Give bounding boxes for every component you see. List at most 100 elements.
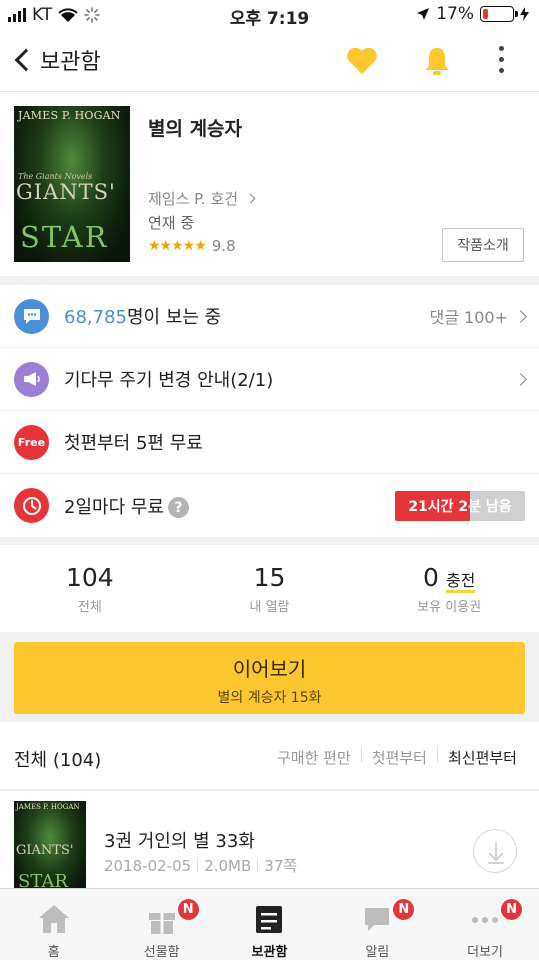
wait-free-row: 2일마다 무료? 21시간 2분 남음: [0, 474, 539, 537]
battery-level: [483, 9, 488, 19]
book-author-name: 제임스 P. 호건: [148, 190, 239, 208]
notice-row[interactable]: 기다무 주기 변경 안내(2/1): [0, 348, 539, 411]
continue-section: 이어보기 별의 계승자 15화: [0, 632, 539, 722]
book-author-link[interactable]: 제임스 P. 호건: [148, 188, 256, 209]
tab-notifications-label: 알림: [365, 945, 390, 960]
stat-total: 104 전체: [0, 545, 180, 632]
stat-tickets-value: 0: [422, 563, 439, 592]
wait-free-text: 2일마다 무료?: [64, 493, 189, 519]
comments-link[interactable]: 댓글 100+: [429, 304, 527, 328]
back-button[interactable]: 보관함: [10, 44, 101, 76]
bottom-tab-bar: 홈 N 선물함 보관함 N 알림 N 더보기: [0, 888, 539, 960]
help-icon[interactable]: ?: [167, 497, 189, 518]
meta-divider: [257, 859, 259, 872]
thumb-word-giants: GIANTS': [16, 843, 74, 858]
free-badge-icon: Free: [14, 424, 49, 460]
sort-divider: [436, 747, 438, 763]
bell-icon[interactable]: [420, 44, 454, 78]
back-label: 보관함: [40, 50, 101, 75]
free-episodes-text: 첫편부터 5편 무료: [64, 433, 203, 454]
tab-library[interactable]: 보관함: [216, 889, 324, 960]
recharge-link[interactable]: 충전: [445, 571, 476, 593]
book-intro-button[interactable]: 작품소개: [442, 228, 524, 262]
serial-status: 연재 중: [148, 214, 195, 232]
stats-section: 104 전체 15 내 열람 0 충전 보유 이용권: [0, 545, 539, 632]
tab-more[interactable]: N 더보기: [431, 889, 539, 960]
cover-author-text: JAMES P. HOGAN: [18, 109, 121, 122]
tab-notifications[interactable]: N 알림: [323, 889, 431, 960]
status-bar: KT 오후 7:19 17%: [0, 0, 539, 30]
episode-list-title: 전체 (104): [14, 750, 102, 771]
book-title: 별의 계승자: [148, 118, 243, 140]
sort-divider: [360, 747, 362, 763]
episode-date: 2018-02-05: [104, 856, 192, 875]
stat-my-reads-value: 15: [253, 563, 286, 592]
download-icon: [488, 842, 504, 864]
home-icon: [38, 905, 69, 933]
tab-gifts-label: 선물함: [143, 945, 180, 960]
episode-list-header: 전체 (104) 구매한 편만 첫편부터 최신편부터: [0, 722, 539, 790]
episode-size: 2.0MB: [204, 856, 252, 875]
more-options-icon[interactable]: [499, 46, 505, 73]
episode-row[interactable]: JAMES P. HOGAN GIANTS' STAR 3권 거인의 별 33화…: [0, 791, 539, 891]
library-icon: [256, 906, 283, 933]
viewers-suffix: 명이 보는 중: [126, 307, 222, 328]
chat-bubble-icon: [14, 298, 49, 334]
more-horizontal-icon: [472, 917, 499, 923]
viewers-text: 68,785명이 보는 중: [64, 303, 221, 329]
new-badge: N: [391, 897, 417, 922]
speech-bubble-icon: [365, 908, 390, 931]
chevron-right-icon: [514, 309, 527, 323]
download-button[interactable]: [473, 829, 517, 873]
timer-text: 21시간 2분 남음: [408, 498, 512, 515]
continue-reading-button[interactable]: 이어보기 별의 계승자 15화: [14, 642, 525, 714]
thumb-author-text: JAMES P. HOGAN: [16, 803, 80, 811]
book-info-section: JAMES P. HOGAN The Giants Novels GIANTS'…: [0, 92, 539, 276]
continue-title: 이어보기: [232, 657, 307, 681]
viewers-row[interactable]: 68,785명이 보는 중 댓글 100+: [0, 285, 539, 348]
comments-count: 댓글 100+: [429, 308, 508, 327]
stat-total-label: 전체: [77, 600, 102, 615]
tab-home[interactable]: 홈: [0, 889, 108, 960]
notice-text: 기다무 주기 변경 안내(2/1): [64, 370, 274, 391]
gift-icon: [148, 913, 175, 934]
sort-latest-first[interactable]: 최신편부터: [448, 747, 517, 768]
heart-icon[interactable]: [345, 44, 379, 78]
stat-tickets[interactable]: 0 충전 보유 이용권: [359, 545, 539, 632]
rating-score: 9.8: [211, 237, 236, 255]
clock-icon: [14, 488, 49, 523]
chevron-right-icon: [245, 193, 256, 204]
chevron-left-icon: [14, 48, 38, 72]
free-episodes-row: Free 첫편부터 5편 무료: [0, 411, 539, 474]
cover-word-giants: GIANTS': [16, 180, 116, 204]
cover-word-star: STAR: [20, 220, 109, 254]
episode-pages: 37쪽: [264, 857, 298, 875]
tab-more-label: 더보기: [467, 945, 504, 960]
tab-gifts[interactable]: N 선물함: [108, 889, 216, 960]
episode-title: 3권 거인의 별 33화: [104, 831, 255, 852]
rating-stars: ★★★★★: [148, 238, 207, 254]
nav-bar: 보관함: [0, 30, 539, 92]
meta-divider: [197, 859, 199, 872]
wait-free-timer: 21시간 2분 남음: [395, 490, 525, 521]
stat-my-reads-label: 내 열람: [249, 600, 290, 615]
stat-total-value: 104: [65, 563, 114, 592]
wait-free-label: 2일마다 무료: [64, 496, 164, 518]
book-rating: ★★★★★ 9.8: [148, 237, 236, 255]
continue-subtitle: 별의 계승자 15화: [217, 690, 322, 706]
location-arrow-icon: [417, 8, 430, 20]
episode-thumbnail: JAMES P. HOGAN GIANTS' STAR: [14, 801, 86, 891]
notice-chevron: [514, 372, 527, 386]
charging-bolt-icon: [520, 7, 529, 21]
sort-from-first[interactable]: 첫편부터: [372, 747, 427, 768]
battery-percent: 17%: [436, 4, 474, 24]
stat-my-reads: 15 내 열람: [180, 545, 360, 632]
tab-library-label: 보관함: [251, 945, 288, 960]
megaphone-icon: [14, 361, 49, 397]
info-list: 68,785명이 보는 중 댓글 100+ 기다무 주기 변경 안내(2/1) …: [0, 285, 539, 537]
sort-purchased-only[interactable]: 구매한 편만: [277, 747, 351, 768]
new-badge: N: [175, 897, 201, 922]
battery-icon: [480, 6, 518, 22]
book-cover[interactable]: JAMES P. HOGAN The Giants Novels GIANTS'…: [14, 106, 130, 262]
episode-meta: 2018-02-05 2.0MB 37쪽: [104, 855, 297, 876]
